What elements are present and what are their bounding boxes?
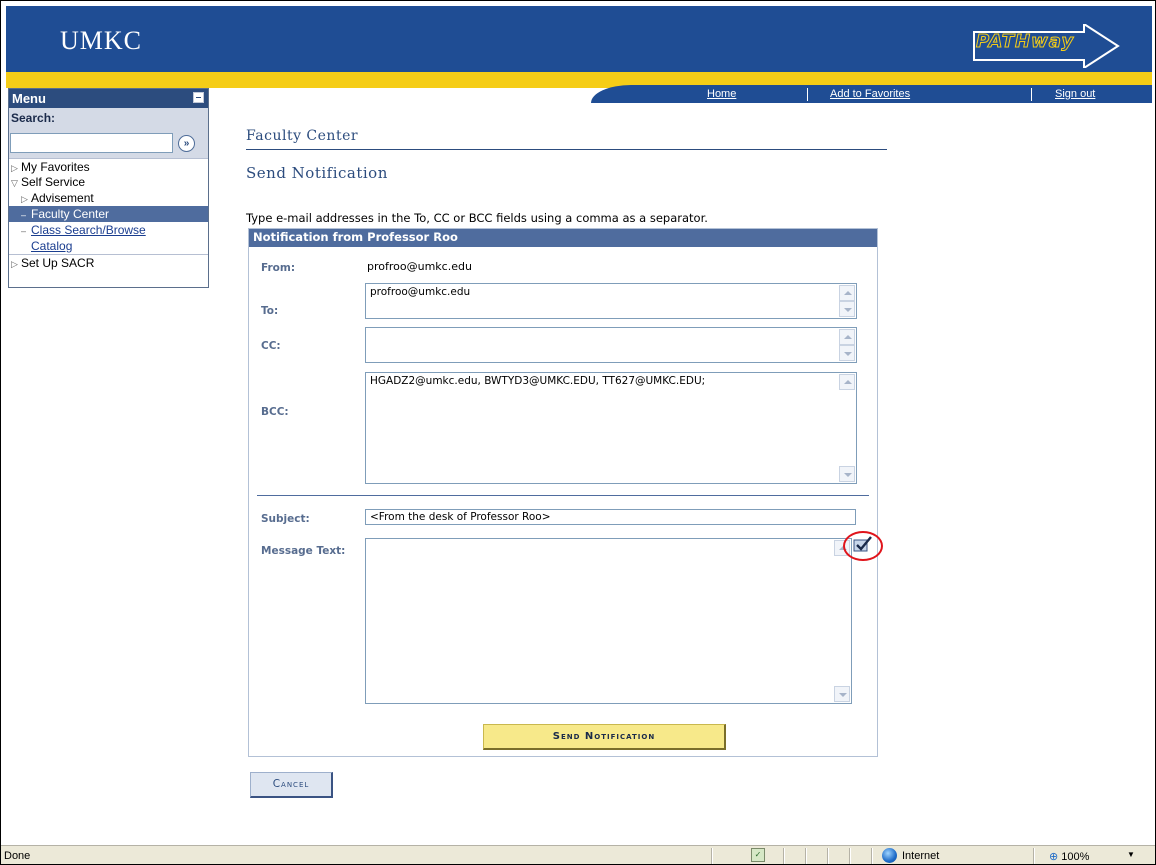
cancel-button[interactable]: Cancel [250, 772, 333, 798]
menu-item-faculty-center[interactable]: – Faculty Center [9, 206, 208, 222]
search-label: Search: [11, 111, 56, 125]
highlight-circle [843, 531, 883, 561]
to-label: To: [261, 305, 279, 317]
menu-item-set-up-sacr[interactable]: ▷ Set Up SACR [9, 254, 208, 270]
cc-label: CC: [261, 340, 281, 352]
title-divider [246, 149, 887, 150]
page-title: Send Notification [246, 164, 388, 182]
to-scrollbar[interactable] [839, 285, 855, 317]
notification-panel: Notification from Professor Roo From: pr… [248, 228, 883, 757]
menu-item-self-service[interactable]: ▽ Self Service [9, 174, 208, 190]
zone-label: Internet [902, 850, 940, 862]
nav-divider [1031, 88, 1032, 101]
message-text-label: Message Text: [261, 545, 346, 557]
cc-field[interactable] [365, 327, 857, 363]
from-value: profroo@umkc.edu [367, 260, 472, 273]
collapse-arrow-icon: ▽ [11, 178, 18, 188]
menu-item-my-favorites[interactable]: ▷ My Favorites [9, 158, 208, 174]
section-title: Faculty Center [246, 128, 359, 144]
menu-title-bar: Menu [9, 89, 208, 108]
browser-status-bar: Done ✓ Internet ⊕ 100% ▼ [1, 845, 1155, 864]
scroll-down-icon[interactable] [839, 301, 855, 317]
security-status-icon: ✓ [751, 848, 765, 862]
send-notification-button[interactable]: Send Notification [483, 724, 726, 750]
nav-home-link[interactable]: Home [707, 88, 736, 100]
search-go-icon[interactable]: » [178, 135, 195, 152]
bcc-field[interactable]: HGADZ2@umkc.edu, BWTYD3@UMKC.EDU, TT627@… [365, 372, 857, 484]
scroll-down-icon[interactable] [839, 466, 855, 482]
menu-search-area: Search: » [9, 108, 208, 158]
bcc-scrollbar[interactable] [839, 374, 855, 482]
menu-title: Menu [12, 91, 46, 106]
scroll-down-icon[interactable] [839, 345, 855, 361]
from-label: From: [261, 262, 296, 274]
menu-item-advisement[interactable]: ▷ Advisement [9, 190, 208, 206]
panel-header: Notification from Professor Roo [249, 229, 877, 247]
cc-scrollbar[interactable] [839, 329, 855, 361]
zoom-level[interactable]: ⊕ 100% [1049, 850, 1089, 863]
scroll-up-icon[interactable] [839, 374, 855, 390]
page-header: UMKC PATHway Home Add to Favorites Sign … [6, 6, 1152, 103]
umkc-logo: UMKC [60, 26, 143, 55]
scroll-up-icon[interactable] [839, 285, 855, 301]
menu-search-input[interactable] [10, 133, 173, 153]
scroll-up-icon[interactable] [839, 329, 855, 345]
expand-arrow-icon: ▷ [21, 194, 28, 204]
nav-add-favorites-link[interactable]: Add to Favorites [830, 88, 910, 100]
navigation-menu: Menu Search: » ▷ My Favorites ▽ Self Servi… [8, 88, 209, 288]
to-field[interactable]: profroo@umkc.edu [365, 283, 857, 319]
message-scrollbar[interactable] [834, 540, 850, 702]
zoom-dropdown-icon[interactable]: ▼ [1127, 850, 1135, 859]
scroll-down-icon[interactable] [834, 686, 850, 702]
internet-globe-icon [882, 848, 897, 863]
message-text-field[interactable] [365, 538, 852, 704]
zoom-icon: ⊕ [1049, 851, 1059, 863]
nav-divider [807, 88, 808, 101]
pathway-wordmark: PATHway [975, 31, 1075, 53]
dash-icon: – [21, 226, 27, 236]
status-text: Done [4, 850, 31, 862]
browser-window: UMKC PATHway Home Add to Favorites Sign … [0, 0, 1156, 865]
expand-arrow-icon: ▷ [11, 259, 18, 269]
menu-item-class-search[interactable]: – Class Search/Browse [9, 222, 208, 238]
pathway-logo: PATHway [972, 22, 1122, 70]
collapse-menu-icon[interactable] [193, 92, 204, 103]
subject-label: Subject: [261, 513, 310, 525]
dash-icon: – [21, 210, 27, 220]
instructions-text: Type e-mail addresses in the To, CC or B… [246, 211, 708, 225]
form-divider [257, 495, 869, 496]
subject-input[interactable]: <From the desk of Professor Roo> [365, 509, 856, 525]
menu-item-class-search-cont[interactable]: Catalog [9, 238, 208, 254]
nav-sign-out-link[interactable]: Sign out [1055, 88, 1095, 100]
bcc-label: BCC: [261, 406, 289, 418]
